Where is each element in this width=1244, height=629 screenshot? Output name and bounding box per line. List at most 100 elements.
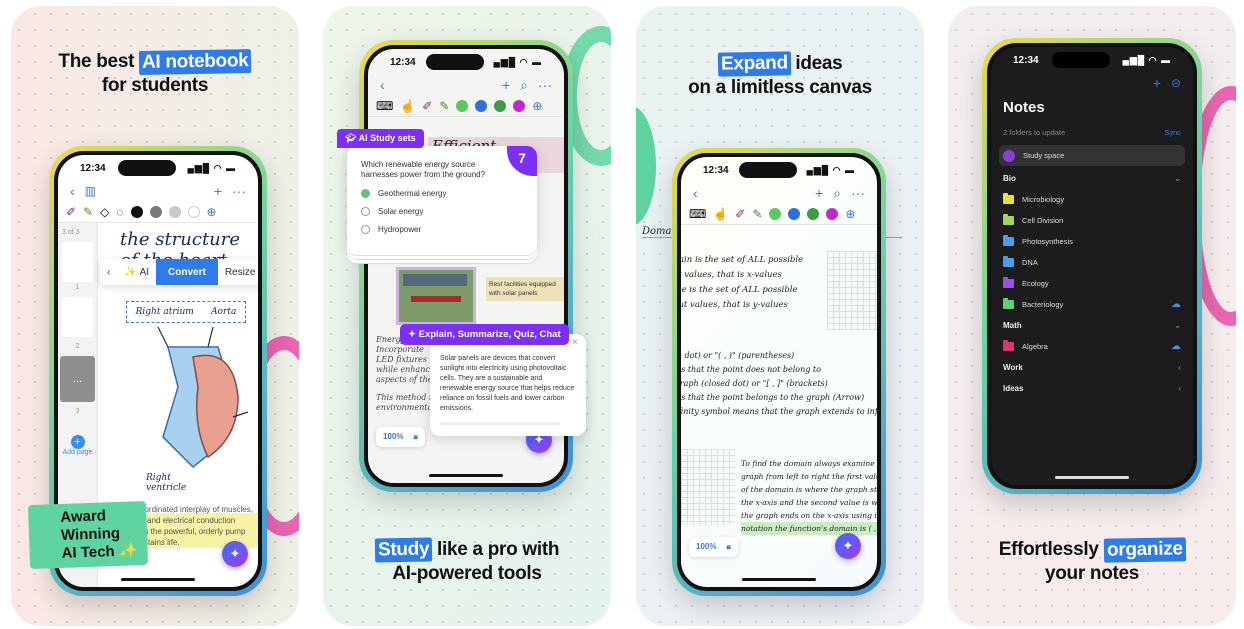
add-icon[interactable]: + [1153,75,1161,91]
folder-icon [1003,277,1014,288]
color-swatch-dark-green[interactable] [807,207,820,220]
status-bar: 12:34 ▄▆█ ◠ ▬ [368,49,564,75]
context-back-button[interactable]: ‹ [100,259,117,285]
back-icon[interactable]: ‹ [693,185,698,201]
graph-grid [827,251,877,331]
section-header-math[interactable]: Math ⌄ [991,315,1193,336]
context-ai-button[interactable]: ✨ AI [117,259,156,285]
folder-item[interactable]: DNA [991,252,1193,273]
headline-highlight: Expand [717,51,791,77]
color-swatch-blue[interactable] [475,99,488,112]
context-resize-button[interactable]: Resize [218,259,258,285]
folder-item[interactable]: Bacteriology ☁ [991,294,1193,315]
quiz-option[interactable]: Solar energy [361,207,537,216]
add-color-icon[interactable]: ⊕ [845,207,855,221]
close-icon[interactable]: × [572,338,578,348]
folder-icon [1003,193,1014,204]
section-header-work[interactable]: Work ‹ [991,357,1193,378]
color-swatch-magenta[interactable] [513,99,526,112]
pen-tool-icon[interactable]: ✐ [66,205,76,219]
lasso-tool-icon[interactable]: ◌ [116,205,123,219]
lock-icon[interactable]: 🔒︎ [413,432,417,442]
color-swatch-black[interactable] [130,205,143,218]
zoom-control[interactable]: 100% 🔒︎ [689,537,738,557]
highlighter-tool-icon[interactable]: ✎ [752,207,762,221]
dynamic-island [738,162,797,178]
page-thumbnail-2[interactable] [62,297,93,337]
cloud-sync-icon[interactable]: ☁ [1171,299,1181,310]
sparkle-icon: ✨ [124,266,137,278]
back-icon[interactable]: ‹ [380,77,385,93]
folder-label: Algebra [1022,342,1048,351]
hand-tool-icon[interactable]: ☝ [400,99,415,113]
thumb-label: 3 [75,408,80,415]
add-icon[interactable]: + [815,185,823,201]
more-icon[interactable]: ··· [232,183,246,199]
context-convert-button[interactable]: Convert [156,259,218,285]
folder-item[interactable]: Microbiology [991,189,1193,210]
add-icon[interactable]: + [214,183,222,199]
hand-tool-icon[interactable]: ☝ [713,207,728,221]
award-line: AI Tech ✨ [61,542,138,562]
color-swatch-white[interactable] [187,205,200,218]
more-circle-icon[interactable]: ⊝ [1171,76,1181,90]
add-icon[interactable]: + [502,77,510,93]
quiz-option[interactable]: Hydropower [361,225,537,234]
quiz-option[interactable]: Geothermal energy [361,189,537,198]
pen-tool-icon[interactable]: ✐ [735,207,745,221]
sync-button[interactable]: Sync [1164,128,1181,137]
page-thumbnail-3[interactable]: … [60,356,95,402]
highlighter-tool-icon[interactable]: ✎ [439,99,449,113]
page-thumbnail-1[interactable] [62,242,93,282]
folder-item[interactable]: Algebra ☁ [991,336,1193,357]
more-icon[interactable]: … [73,374,83,385]
folder-label: Ecology [1022,279,1049,288]
color-swatch-green[interactable] [769,207,782,220]
color-swatch-blue[interactable] [788,207,801,220]
search-icon[interactable]: ⌕ [833,185,841,202]
color-swatch-dark-green[interactable] [494,99,507,112]
folder-icon [1003,214,1014,225]
hand-line: of the domain is where the graph starts [741,485,881,494]
folder-item[interactable]: Cell Division [991,210,1193,231]
section-header-ideas[interactable]: Ideas ‹ [991,378,1193,399]
color-swatch-magenta[interactable] [826,207,839,220]
search-icon[interactable]: ⌕ [520,77,528,94]
keyboard-icon[interactable]: ⌨ [689,207,706,221]
cloud-sync-icon[interactable]: ☁ [1171,341,1181,352]
back-icon[interactable]: ‹ [70,183,75,199]
add-color-icon[interactable]: ⊕ [207,205,217,219]
more-icon[interactable]: ··· [538,77,552,93]
add-color-icon[interactable]: ⊕ [532,99,542,113]
plus-icon: + [70,435,85,449]
lock-icon[interactable]: 🔒︎ [726,542,730,552]
nav-bar: + ⊝ [991,73,1193,93]
keyboard-icon[interactable]: ⌨ [376,99,393,113]
color-swatch-gray[interactable] [149,205,162,218]
sidebar-toggle-icon[interactable]: ▥ [85,184,96,198]
section-label: Ideas [1003,384,1024,393]
headline: Study like a pro with AI-powered tools [323,537,611,586]
folder-label: Photosynthesis [1022,237,1073,246]
more-icon[interactable]: ··· [851,185,865,201]
eraser-tool-icon[interactable]: ◇ [100,205,109,219]
hand-line: means that the point does not belong to [677,365,821,374]
color-swatch-green[interactable] [456,99,469,112]
hand-line: the graph ends on the x-axis using inter… [741,511,881,520]
selected-handwriting[interactable]: Right atrium Aorta [126,301,246,323]
signal-wifi-battery-icon: ▄▆█ ◠ ▬ [493,56,542,67]
section-header-bio[interactable]: Bio ⌄ [991,168,1193,189]
ai-features-tag: ✦ Explain, Summarize, Quiz, Chat [400,324,569,345]
folder-item[interactable]: Photosynthesis [991,231,1193,252]
folder-item[interactable]: Ecology [991,273,1193,294]
ai-assistant-button[interactable]: ✦ [835,533,861,559]
sparkle-icon: ✦ [229,546,241,561]
zoom-control[interactable]: 100% 🔒︎ [376,427,425,447]
ai-assistant-button[interactable]: ✦ [222,541,248,567]
pen-tool-icon[interactable]: ✐ [422,99,432,113]
highlighter-tool-icon[interactable]: ✎ [83,205,93,219]
color-swatch-light-gray[interactable] [168,205,181,218]
study-space-item[interactable]: Study space [999,145,1185,166]
add-page-button[interactable]: + Add page [58,435,97,456]
hand-line: (open dot) or "( , )" (parentheses) [677,351,795,360]
